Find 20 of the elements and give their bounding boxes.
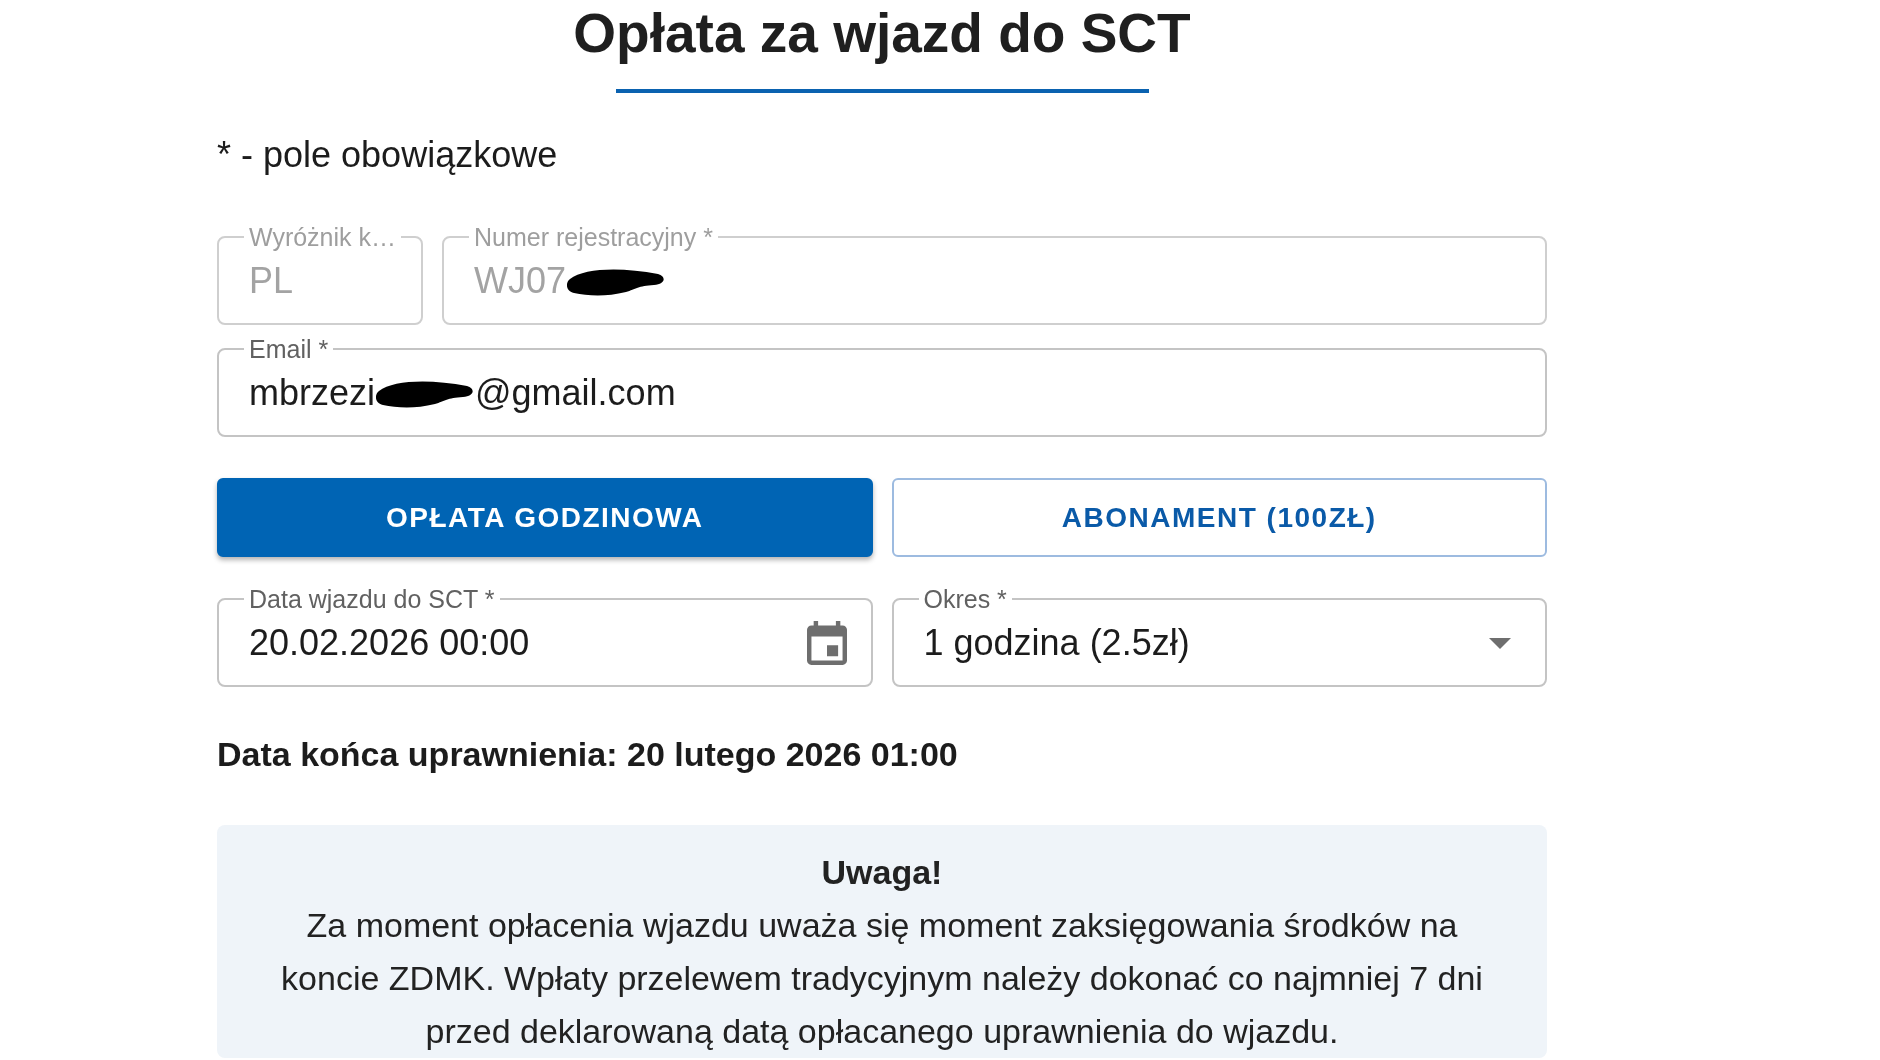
end-date-text: Data końca uprawnienia: 20 lutego 2026 01:00: [217, 734, 958, 774]
field-label: Okres *: [922, 584, 1008, 614]
field-value: 1 godzina (2.5zł): [923, 621, 1190, 665]
notice-text: Za moment opłacenia wjazdu uważa się moment zaksięgowania środków na koncie ZDMK. Wpłaty przelewem tradycyjnym należy dokonać co najmniej 7 dni przed deklarowaną datą opłacanego uprawnienia do wjazdu.: [280, 905, 1484, 1052]
field-value: mbrzezi: [249, 371, 376, 415]
toggle-button[interactable]: ABONAMENT (100ZŁ): [891, 478, 1547, 557]
page-title: Opłata za wjazd do SCT: [573, 2, 1191, 64]
required-note: * - pole obowiązkowe: [217, 134, 558, 176]
notice-heading: Uwaga!: [820, 852, 944, 893]
field-label: Data wjazdu do SCT *: [248, 584, 496, 614]
caret-icon: [1489, 637, 1511, 649]
field-label: Wyróżnik k…: [248, 222, 397, 252]
field-label: Numer rejestracyjny *: [473, 222, 714, 252]
field-label: Email *: [248, 334, 330, 364]
field-value: 20.02.2026 00:00: [249, 621, 530, 665]
calendar-icon: [806, 621, 847, 665]
field-value: @gmail.com: [475, 371, 676, 415]
field-value: PL: [249, 259, 294, 303]
field-value: WJ07: [474, 259, 567, 303]
toggle-button[interactable]: OPŁATA GODZINOWA: [217, 478, 873, 557]
